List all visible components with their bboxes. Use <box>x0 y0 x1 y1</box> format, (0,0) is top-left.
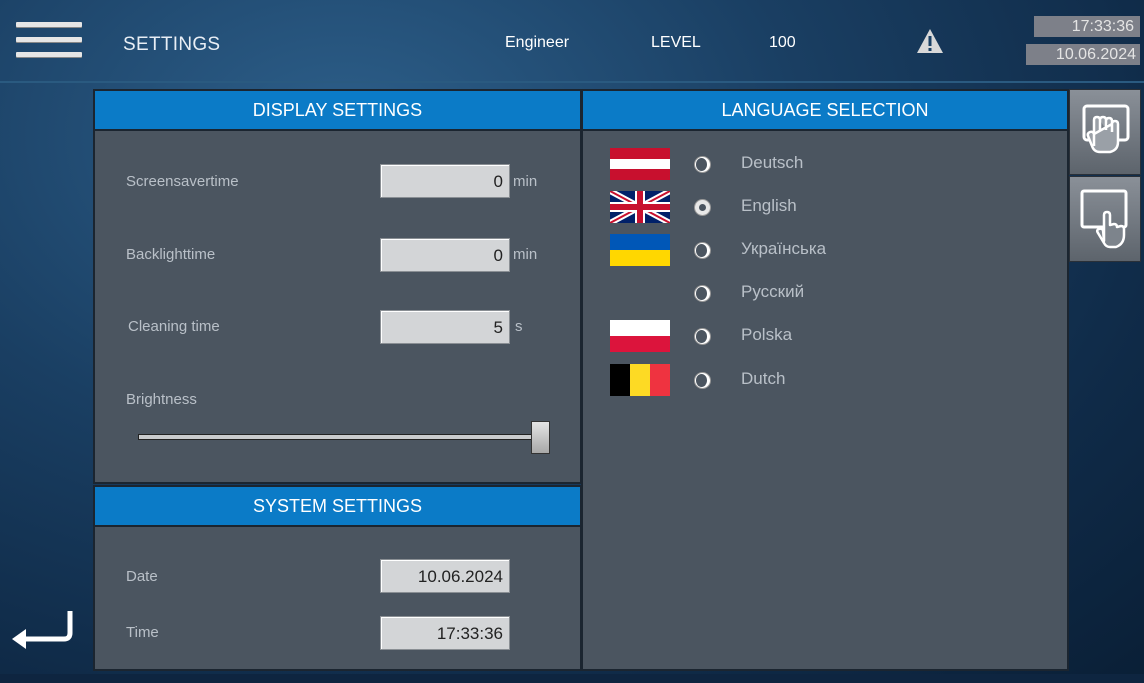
language-option-ukrainian[interactable]: Українська <box>610 234 1050 266</box>
warning-triangle-icon[interactable] <box>916 28 944 54</box>
language-option-dutch[interactable]: Dutch <box>610 364 1050 396</box>
return-arrow-icon <box>12 611 73 649</box>
language-label: Українська <box>741 239 827 258</box>
language-selection-panel: LANGUAGE SELECTION Deutsch English Украї… <box>581 89 1069 671</box>
display-settings-panel: DISPLAY SETTINGS Screensavertime 0 min B… <box>93 89 582 484</box>
time-label: Time <box>126 624 159 641</box>
clock-date: 10.06.2024 <box>1026 44 1140 65</box>
top-bar: SETTINGS Engineer LEVEL 100 17:33:36 10.… <box>0 0 1144 82</box>
hand-touch-block-button[interactable] <box>1069 89 1141 175</box>
belgium-flag-icon <box>610 364 670 396</box>
back-button[interactable] <box>2 589 84 671</box>
backlight-input[interactable]: 0 <box>380 238 510 272</box>
radio-dutch[interactable] <box>694 372 711 389</box>
date-label: Date <box>126 568 158 585</box>
austria-flag-icon <box>610 148 670 180</box>
language-label: Dutch <box>741 369 786 388</box>
date-input[interactable]: 10.06.2024 <box>380 559 510 593</box>
backlight-unit: min <box>513 246 538 263</box>
display-settings-header: DISPLAY SETTINGS <box>95 91 580 131</box>
language-option-russian[interactable]: Русский <box>610 277 1050 309</box>
language-option-polska[interactable]: Polska <box>610 320 1050 352</box>
uk-flag-icon <box>610 191 670 223</box>
brightness-slider-track[interactable] <box>138 434 548 440</box>
page-title: SETTINGS <box>123 34 221 55</box>
user-name: Engineer <box>505 34 570 51</box>
radio-deutsch[interactable] <box>694 156 711 173</box>
language-option-deutsch[interactable]: Deutsch <box>610 148 1050 180</box>
screensaver-unit: min <box>513 173 538 190</box>
language-option-english[interactable]: English <box>610 191 1050 223</box>
radio-polska[interactable] <box>694 328 711 345</box>
radio-ukrainian[interactable] <box>694 242 711 259</box>
time-input[interactable]: 17:33:36 <box>380 616 510 650</box>
clock-time: 17:33:36 <box>1034 16 1140 37</box>
language-label: Deutsch <box>741 153 804 172</box>
system-settings-panel: SYSTEM SETTINGS Date 10.06.2024 Time 17:… <box>93 485 582 671</box>
touch-screen-icon <box>1080 189 1128 249</box>
level-value: 100 <box>769 34 796 51</box>
cleaning-time-input[interactable]: 5 <box>380 310 510 344</box>
header-divider <box>0 81 1144 83</box>
brightness-slider-thumb[interactable] <box>531 421 550 454</box>
cleaning-time-unit: s <box>515 318 523 335</box>
system-settings-header: SYSTEM SETTINGS <box>95 487 580 527</box>
language-label: Русский <box>741 282 805 301</box>
hand-touch-block-icon <box>1082 104 1130 154</box>
poland-flag-icon <box>610 320 670 352</box>
radio-russian[interactable] <box>694 285 711 302</box>
screensaver-input[interactable]: 0 <box>380 164 510 198</box>
touch-screen-button[interactable] <box>1069 176 1141 262</box>
language-selection-header: LANGUAGE SELECTION <box>583 91 1067 131</box>
cleaning-time-label: Cleaning time <box>128 318 220 335</box>
bottom-bar <box>0 674 1144 683</box>
language-label: English <box>741 196 797 215</box>
brightness-label: Brightness <box>126 391 197 408</box>
level-label: LEVEL <box>651 34 701 51</box>
backlight-label: Backlighttime <box>126 246 216 263</box>
ukraine-flag-icon <box>610 234 670 266</box>
hamburger-menu-icon[interactable] <box>16 22 82 64</box>
screensaver-label: Screensavertime <box>126 173 239 190</box>
radio-english[interactable] <box>694 199 711 216</box>
language-label: Polska <box>741 325 793 344</box>
